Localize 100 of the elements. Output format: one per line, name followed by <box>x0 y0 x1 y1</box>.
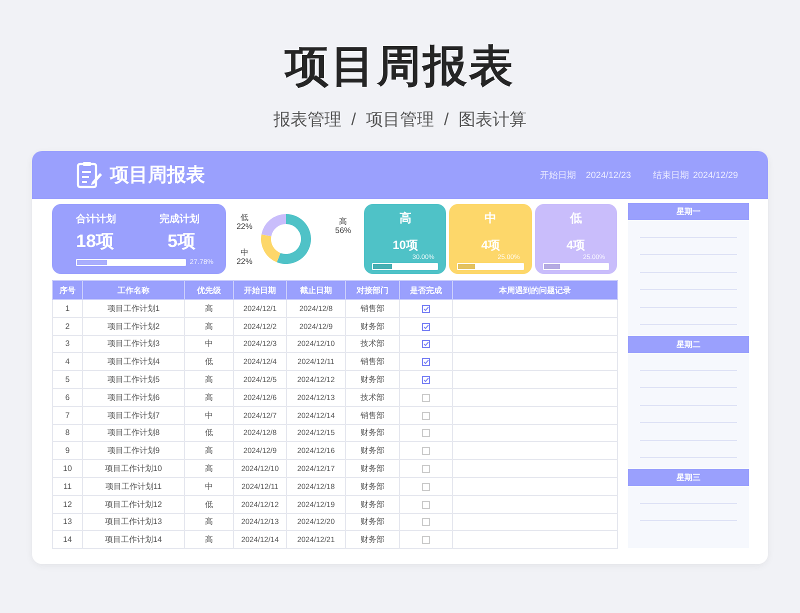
checkbox[interactable] <box>422 358 430 366</box>
checkbox[interactable] <box>422 340 430 348</box>
table-cell: 财务部 <box>346 513 400 531</box>
checkbox[interactable] <box>422 429 430 438</box>
table-cell: 项目工作计划14 <box>82 530 184 549</box>
subtitle-text: / <box>444 109 449 131</box>
table-cell: 1 <box>52 300 82 318</box>
column-header: 本周遇到的问题记录 <box>452 280 618 300</box>
stat-label: 完成计划 <box>158 212 200 226</box>
page-title: 项目周报表 <box>285 41 515 93</box>
table-cell: 项目工作计划6 <box>82 388 184 406</box>
table-cell: 12 <box>52 495 82 514</box>
table-cell: 8 <box>52 424 82 442</box>
clipboard-edit-icon <box>76 161 102 189</box>
table-cell: 技术部 <box>346 388 400 406</box>
table-cell: 项目工作计划2 <box>82 317 184 336</box>
slice-label: 高 56% <box>334 217 352 235</box>
stat-label: 合计计划 <box>76 212 117 226</box>
table-cell: 高 <box>184 460 234 478</box>
column-header: 对接部门 <box>346 280 400 300</box>
checkbox[interactable] <box>422 447 430 456</box>
table-cell: 低 <box>184 495 234 514</box>
stat-value: 18项 <box>76 230 116 253</box>
column-header: 截止日期 <box>286 280 346 300</box>
checkbox[interactable] <box>422 482 430 491</box>
day-header: 星期三 <box>628 469 749 486</box>
table-cell: 中 <box>184 335 234 353</box>
table-cell: 高 <box>184 388 234 406</box>
table-cell: 财务部 <box>346 317 400 336</box>
checkbox[interactable] <box>422 412 430 420</box>
table-cell: 销售部 <box>346 300 400 318</box>
table-cell: 销售部 <box>346 352 400 371</box>
priority-count: 4项 <box>566 237 586 254</box>
table-cell: 项目工作计划12 <box>82 495 184 514</box>
table-cell: 财务部 <box>346 530 400 549</box>
column-header: 优先级 <box>184 280 234 300</box>
table-cell: 财务部 <box>346 442 400 460</box>
end-date: 2024/12/29 <box>692 170 738 180</box>
column-header: 开始日期 <box>234 280 286 300</box>
table-cell: 高 <box>184 530 234 549</box>
table-cell: 中 <box>184 406 234 424</box>
priority-label: 低 <box>570 210 582 227</box>
subtitle-text: 图表计算 <box>458 109 527 131</box>
table-cell: 9 <box>52 442 82 460</box>
table-cell: 11 <box>52 477 82 496</box>
table-cell: 中 <box>184 477 234 496</box>
table-cell: 7 <box>52 406 82 424</box>
table-cell: 项目工作计划9 <box>82 442 184 460</box>
table-cell: 财务部 <box>346 495 400 514</box>
table-cell: 项目工作计划3 <box>82 335 184 353</box>
table-cell: 5 <box>52 370 82 388</box>
start-date-label: 开始日期 <box>540 168 576 182</box>
checkbox[interactable] <box>422 518 430 526</box>
table-cell: 低 <box>184 424 234 442</box>
priority-count: 4项 <box>481 237 500 254</box>
priority-label: 高 <box>399 210 412 227</box>
table-cell: 14 <box>52 530 82 549</box>
checkbox[interactable] <box>422 536 430 544</box>
table-cell: 3 <box>52 335 82 353</box>
table-cell: 项目工作计划8 <box>82 424 184 442</box>
checkbox[interactable] <box>422 394 430 402</box>
checkbox[interactable] <box>422 500 430 509</box>
table-cell: 2 <box>52 317 82 336</box>
priority-label: 中 <box>484 210 497 227</box>
table-cell: 13 <box>52 513 82 531</box>
table-cell: 项目工作计划10 <box>82 460 184 478</box>
table-cell: 项目工作计划11 <box>82 477 184 496</box>
table-cell: 高 <box>184 370 234 388</box>
subtitle-text: 项目管理 <box>366 109 434 131</box>
checkbox[interactable] <box>422 304 430 313</box>
checkbox[interactable] <box>422 464 430 473</box>
table-cell: 项目工作计划5 <box>82 370 184 388</box>
day-header: 星期一 <box>628 203 749 220</box>
checkbox[interactable] <box>422 322 430 331</box>
priority-count: 10项 <box>392 237 418 254</box>
table-cell: 高 <box>184 442 234 460</box>
subtitle-text: / <box>351 109 356 131</box>
table-cell: 项目工作计划13 <box>82 513 184 531</box>
column-header: 序号 <box>52 280 82 300</box>
table-cell: 财务部 <box>346 477 400 496</box>
table-cell: 6 <box>52 388 82 406</box>
end-date-label: 结束日期 <box>652 168 689 182</box>
checkbox[interactable] <box>422 376 430 384</box>
day-header: 星期二 <box>628 336 749 353</box>
table-cell: 高 <box>184 317 234 336</box>
table-cell: 低 <box>184 352 234 371</box>
table-cell: 财务部 <box>346 424 400 442</box>
table-cell: 项目工作计划1 <box>82 300 184 318</box>
column-header: 是否完成 <box>400 280 452 300</box>
table-cell: 10 <box>52 460 82 478</box>
table-cell: 4 <box>52 352 82 371</box>
table-cell: 项目工作计划7 <box>82 406 184 424</box>
table-cell: 高 <box>184 513 234 531</box>
report-title: 项目周报表 <box>110 164 205 188</box>
column-header: 工作名称 <box>82 280 184 300</box>
table-cell: 财务部 <box>346 460 400 478</box>
slice-label: 中 22% <box>235 248 254 266</box>
start-date: 2024/12/23 <box>586 170 631 180</box>
subtitle-text: 报表管理 <box>273 109 342 131</box>
table-cell: 财务部 <box>346 370 400 388</box>
